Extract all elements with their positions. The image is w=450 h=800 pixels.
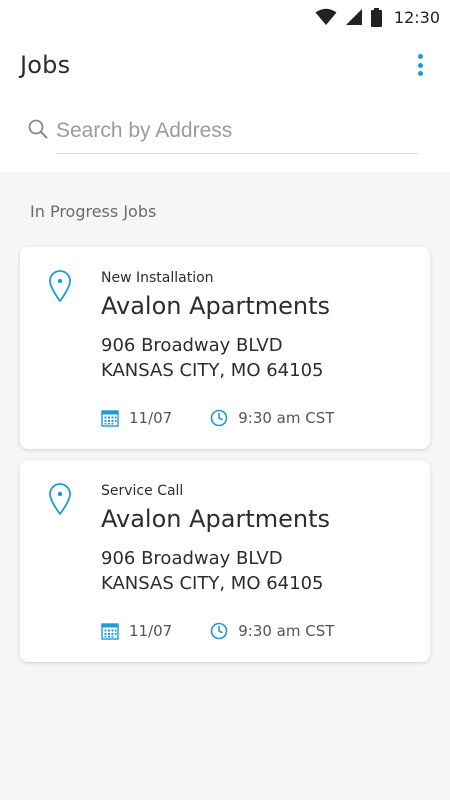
job-date: 11/07 xyxy=(129,622,173,640)
job-schedule: 11/07 9:30 am CST xyxy=(101,407,334,429)
signal-icon xyxy=(345,9,362,25)
menu-dot xyxy=(417,71,423,76)
page-title: Jobs xyxy=(20,51,71,79)
calendar-icon xyxy=(101,623,119,640)
section-title: In Progress Jobs xyxy=(30,202,157,221)
address-line-2: KANSAS CITY, MO 64105 xyxy=(101,360,324,381)
job-name: Avalon Apartments xyxy=(101,292,331,320)
job-time: 9:30 am CST xyxy=(238,409,335,427)
search-bar xyxy=(28,114,418,154)
more-vertical-icon[interactable] xyxy=(412,52,428,78)
job-schedule: 11/07 9:30 am CST xyxy=(101,620,334,642)
job-type: Service Call xyxy=(101,483,184,499)
wifi-icon xyxy=(315,8,337,25)
job-name: Avalon Apartments xyxy=(101,505,331,533)
location-pin-icon xyxy=(49,483,71,515)
clock-icon xyxy=(210,409,228,427)
clock-icon xyxy=(210,622,228,640)
app-header: Jobs xyxy=(0,34,450,172)
battery-icon xyxy=(370,7,382,27)
search-input[interactable] xyxy=(56,114,418,154)
location-pin-icon xyxy=(49,270,71,302)
job-card[interactable]: Service Call Avalon Apartments 906 Broad… xyxy=(20,460,430,662)
job-address: 906 Broadway BLVD KANSAS CITY, MO 64105 xyxy=(101,546,323,596)
status-time: 12:30 xyxy=(393,7,440,27)
job-type: New Installation xyxy=(101,270,214,286)
job-date: 11/07 xyxy=(129,409,173,427)
job-card[interactable]: New Installation Avalon Apartments 906 B… xyxy=(20,247,430,449)
status-bar: 12:30 xyxy=(0,0,450,34)
address-line-1: 906 Broadway BLVD xyxy=(101,335,283,356)
job-time: 9:30 am CST xyxy=(238,622,335,640)
menu-dot xyxy=(417,54,423,59)
address-line-1: 906 Broadway BLVD xyxy=(101,548,283,569)
calendar-icon xyxy=(101,410,119,427)
address-line-2: KANSAS CITY, MO 64105 xyxy=(101,573,324,594)
job-address: 906 Broadway BLVD KANSAS CITY, MO 64105 xyxy=(101,333,323,383)
menu-dot xyxy=(417,62,423,68)
search-icon xyxy=(28,119,48,139)
